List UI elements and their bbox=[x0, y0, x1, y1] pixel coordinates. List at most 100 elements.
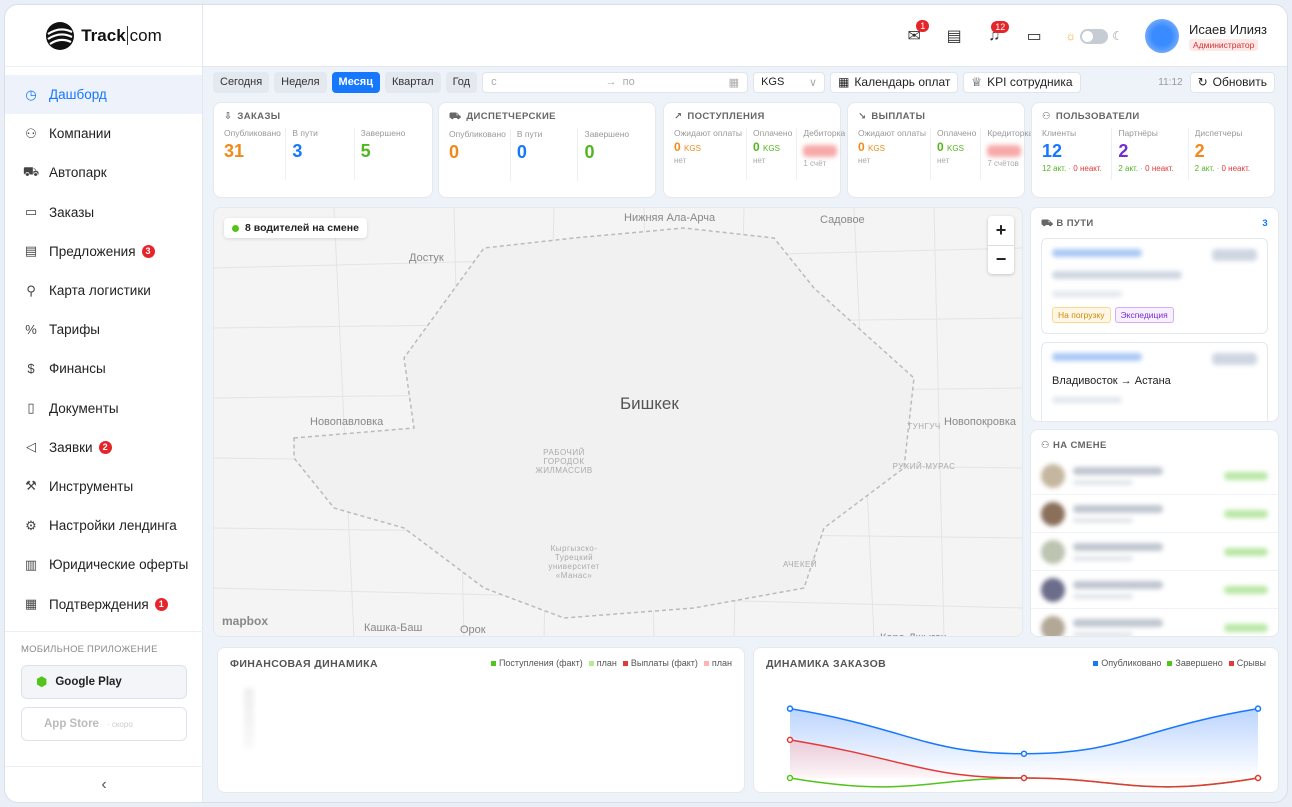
kpi-col: Кредиторка 7 счётов bbox=[987, 128, 1037, 180]
sidebar-item-0[interactable]: ◷ Дашборд bbox=[5, 75, 202, 115]
period-tab-4[interactable]: Год bbox=[445, 71, 478, 93]
user-name: Исаев Илияз bbox=[1188, 21, 1267, 37]
legend-item: план bbox=[588, 658, 617, 670]
avatar bbox=[1041, 539, 1065, 564]
payments-calendar-button[interactable]: ▦ Календарь оплат bbox=[830, 71, 959, 93]
zoom-out-button[interactable]: − bbox=[988, 246, 1014, 275]
theme-toggle[interactable]: ☼ ☾ bbox=[1065, 28, 1123, 44]
trip-route: Владивосток → Астана bbox=[1052, 375, 1171, 387]
sidebar-item-1[interactable]: ⚇ Компании bbox=[5, 114, 202, 153]
kpi-col: Партнёры 2 2 акт. · 0 неакт. bbox=[1118, 128, 1189, 180]
chat-icon: ▭ bbox=[1026, 28, 1042, 45]
zoom-in-button[interactable]: + bbox=[988, 216, 1014, 246]
sidebar-nav: ◷ Дашборд ⚇ Компании ⛟ Автопарк ▭ Заказы ▤ Предло… bbox=[5, 67, 202, 624]
collapse-sidebar-button[interactable]: ‹ bbox=[5, 766, 203, 802]
confirm-icon: ▦ bbox=[24, 596, 38, 612]
orders-dynamics-card: ДИНАМИКА ЗАКАЗОВ Опубликовано Завершено Сры… bbox=[753, 647, 1279, 793]
payouts-icon: ↘ bbox=[858, 111, 867, 122]
refresh-button[interactable]: ↻ Обновить bbox=[1189, 71, 1275, 93]
calendar-icon: ▦ bbox=[728, 76, 740, 89]
orders-chart-legend: Опубликовано Завершено Срывы bbox=[1093, 658, 1266, 670]
sidebar-item-2[interactable]: ⛟ Автопарк bbox=[5, 153, 202, 192]
sidebar-item-9[interactable]: ◁ Заявки 2 bbox=[5, 428, 202, 467]
last-updated-time: 11:12 bbox=[1158, 76, 1183, 88]
kpi-label: Клиенты bbox=[1042, 128, 1077, 138]
kpi-value: 0 KGS bbox=[937, 140, 964, 154]
in-transit-title: ⛟ В ПУТИ bbox=[1041, 218, 1094, 229]
trip-card[interactable]: Владивосток → Астана bbox=[1041, 342, 1268, 421]
avatar bbox=[1041, 463, 1065, 488]
kpi-card-income: ↗ ПОСТУПЛЕНИЯ Ожидают оплаты 0 KGS нет Оплаче… bbox=[663, 102, 845, 198]
sidebar-item-badge: 2 bbox=[98, 440, 112, 454]
sidebar-item-8[interactable]: ▯ Документы bbox=[5, 389, 202, 428]
theme-switch[interactable] bbox=[1080, 28, 1109, 44]
sidebar-item-13[interactable]: ▦ Подтверждения 1 bbox=[5, 584, 202, 623]
mail-button[interactable]: ✉ 1 bbox=[905, 20, 930, 46]
kpi-col: В пути 3 bbox=[292, 128, 355, 180]
legend-item: план bbox=[703, 658, 732, 670]
data-point bbox=[1254, 705, 1262, 712]
sidebar-item-label: Компании bbox=[49, 126, 112, 142]
sidebar-item-badge: 3 bbox=[141, 244, 155, 258]
sidebar-item-4[interactable]: ▤ Предложения 3 bbox=[5, 232, 202, 271]
percent-icon: % bbox=[25, 322, 37, 338]
sidebar-item-6[interactable]: % Тарифы bbox=[5, 310, 202, 349]
sidebar-item-label: Автопарк bbox=[49, 165, 107, 181]
kpi-card-orders: ⇩ ЗАКАЗЫ Опубликовано 31 В пути 3 Завершено 5 bbox=[213, 102, 433, 198]
box-icon: ▭ bbox=[24, 204, 38, 220]
sidebar-item-5[interactable]: ⚲ Карта логистики bbox=[5, 271, 202, 310]
driver-row[interactable] bbox=[1031, 495, 1278, 533]
status-dot bbox=[232, 224, 239, 232]
tasks-button[interactable]: ▤ bbox=[945, 26, 963, 46]
driver-row[interactable] bbox=[1031, 533, 1278, 571]
legend-swatch bbox=[1093, 661, 1099, 667]
kpi-col: Клиенты 12 12 акт. · 0 неакт. bbox=[1042, 128, 1113, 180]
sun-icon: ☼ bbox=[1065, 29, 1077, 43]
clipboard-icon: ▤ bbox=[946, 28, 962, 45]
map-label: РУХИЙ-МУРАС bbox=[892, 462, 956, 471]
sidebar-item-label: Заказы bbox=[49, 204, 95, 220]
in-transit-count: 3 bbox=[1262, 218, 1268, 229]
kpi-button[interactable]: ♕ KPI сотрудника bbox=[963, 71, 1081, 93]
sidebar-item-label: Финансы bbox=[49, 361, 106, 377]
type-tag: Экспедиция bbox=[1114, 307, 1174, 323]
dispatch-icon: ⛟ bbox=[449, 111, 462, 122]
period-tab-1[interactable]: Неделя bbox=[274, 71, 327, 93]
kpi-card-title: ⇩ ЗАКАЗЫ bbox=[224, 111, 281, 122]
legend-item: Выплаты (факт) bbox=[622, 658, 698, 670]
trophy-icon: ♕ bbox=[971, 75, 983, 89]
period-tab-3[interactable]: Квартал bbox=[384, 71, 441, 93]
kpi-col: Ожидают оплаты 0 KGS нет bbox=[674, 128, 748, 180]
period-tab-0[interactable]: Сегодня bbox=[213, 71, 270, 93]
sidebar-item-10[interactable]: ⚒ Инструменты bbox=[5, 467, 202, 506]
mapbox-logo: mapbox bbox=[222, 614, 269, 628]
sidebar-item-3[interactable]: ▭ Заказы bbox=[5, 193, 202, 232]
logistics-map[interactable]: Нижняя Ала-Арча Садовое Достук Новопавловка… bbox=[213, 207, 1023, 637]
driver-row[interactable] bbox=[1031, 571, 1278, 609]
legend-swatch bbox=[1167, 661, 1173, 667]
kpi-value: 0 bbox=[584, 142, 595, 162]
driver-row[interactable] bbox=[1031, 609, 1278, 636]
notifications-button[interactable]: ♫ 12 bbox=[985, 21, 1010, 45]
sidebar-item-7[interactable]: $ Финансы bbox=[5, 349, 202, 388]
avatar bbox=[1041, 577, 1065, 602]
user-menu[interactable]: Исаев Илияз Администратор bbox=[1144, 19, 1267, 53]
google-play-button[interactable]: ⬢ Google Play bbox=[21, 665, 187, 699]
data-point bbox=[786, 736, 794, 744]
trip-card[interactable]: На погрузку Экспедиция bbox=[1041, 238, 1268, 334]
date-range-picker[interactable]: с → по ▦ bbox=[482, 71, 749, 93]
kpi-value: 3 bbox=[292, 141, 303, 161]
chat-button[interactable]: ▭ bbox=[1025, 26, 1043, 46]
period-tab-2[interactable]: Месяц bbox=[331, 71, 380, 93]
currency-select[interactable]: KGS ∨ bbox=[753, 71, 826, 93]
users-icon: ⚇ bbox=[1042, 111, 1051, 122]
map-label: Орок bbox=[460, 624, 486, 636]
driver-row[interactable] bbox=[1031, 457, 1278, 495]
legend-swatch bbox=[703, 661, 709, 667]
sidebar-item-12[interactable]: ▥ Юридические оферты bbox=[5, 545, 202, 584]
logo[interactable]: Track com bbox=[5, 5, 202, 67]
sidebar-item-label: Предложения bbox=[49, 243, 136, 259]
kpi-value: 0 KGS bbox=[753, 140, 780, 154]
map-label: Кашка-Баш bbox=[364, 622, 423, 634]
sidebar-item-11[interactable]: ⚙ Настройки лендинга bbox=[5, 506, 202, 545]
